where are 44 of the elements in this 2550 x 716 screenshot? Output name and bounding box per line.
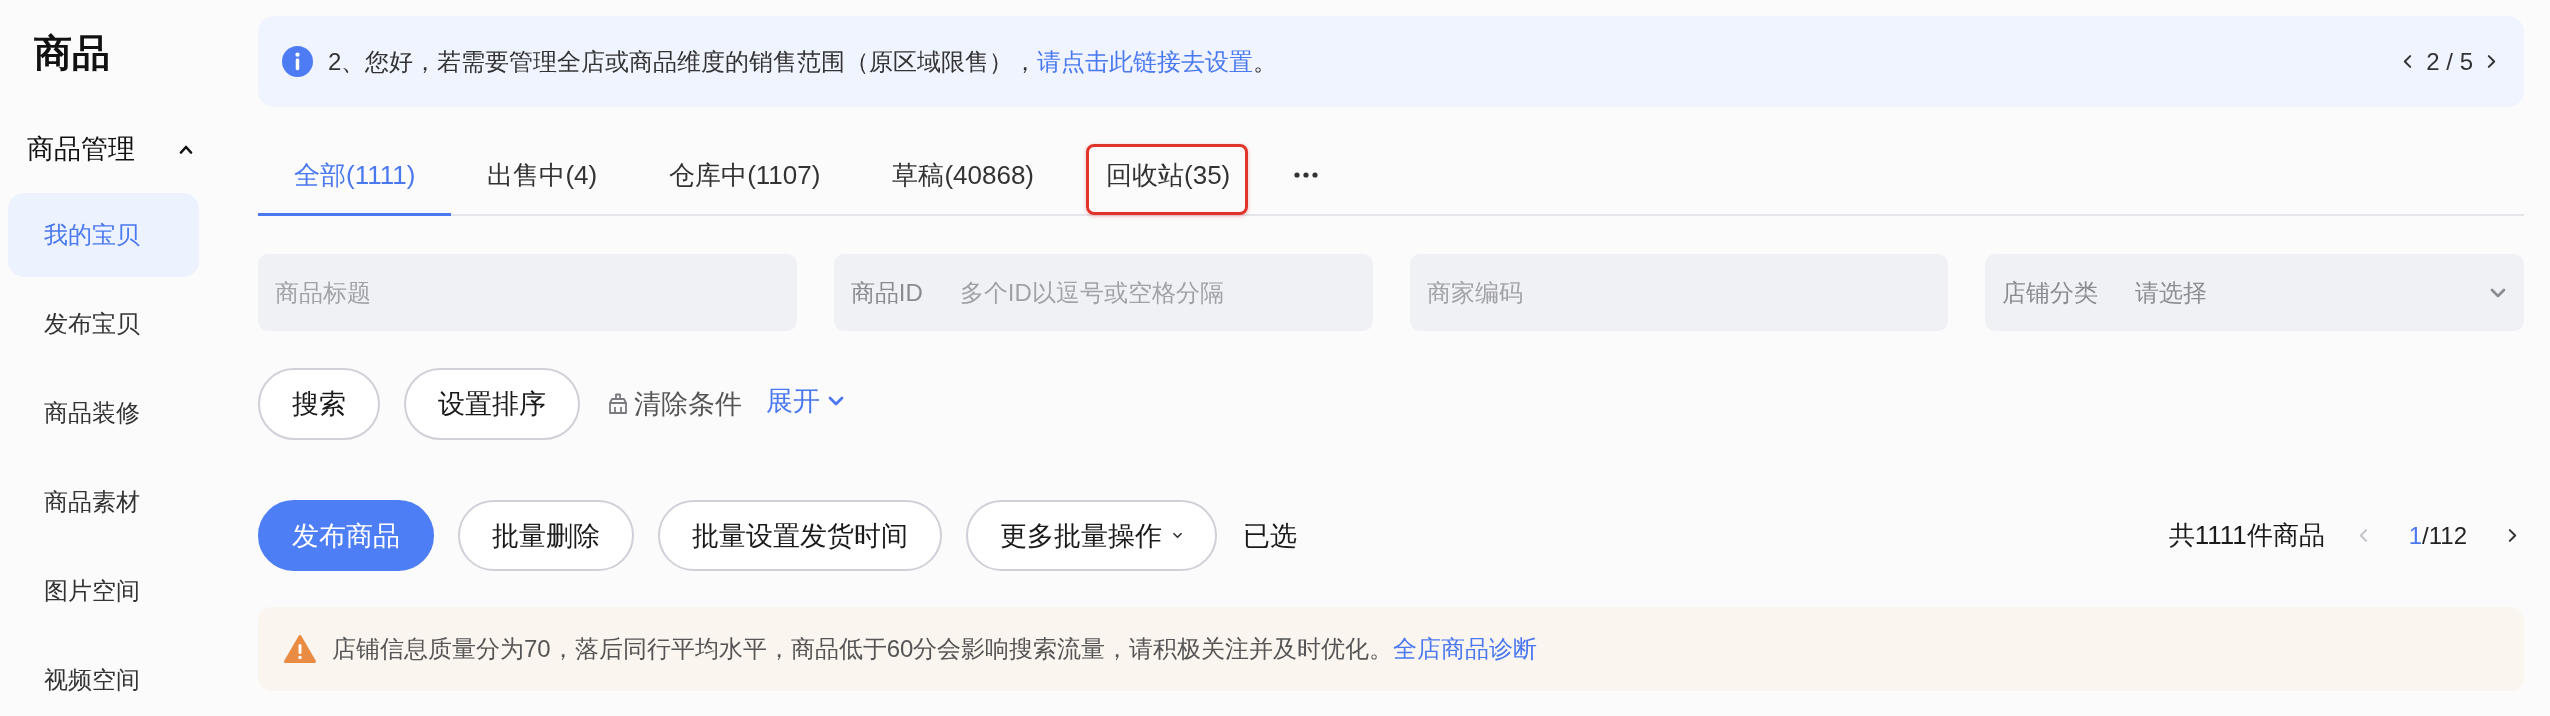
- tab[interactable]: 草稿(40868): [856, 147, 1070, 216]
- field-label: 店铺分类: [2002, 277, 2099, 308]
- chevron-right-icon[interactable]: [2487, 54, 2496, 69]
- input-field[interactable]: 商品标题: [258, 254, 797, 331]
- batch-button[interactable]: 批量设置发货时间: [658, 500, 942, 571]
- sidebar-item[interactable]: 商品素材: [8, 467, 199, 537]
- pager-count: 2 / 5: [2426, 47, 2473, 76]
- info-icon: [282, 46, 313, 77]
- sidebar-item[interactable]: 图片空间: [8, 556, 199, 626]
- notice-text: 2、您好，若需要管理全店或商品维度的销售范围（原区域限售），请点击此链接去设置。: [328, 46, 1278, 77]
- section-toggle[interactable]: 商品管理: [8, 133, 199, 165]
- expand-toggle[interactable]: 展开: [766, 383, 844, 419]
- field-label: 商品ID: [850, 277, 923, 308]
- publish-button[interactable]: 发布商品: [258, 500, 434, 571]
- batch-button[interactable]: 批量删除: [458, 500, 634, 571]
- clear-button[interactable]: 清除条件: [606, 386, 742, 422]
- chevron-right-icon[interactable]: [2508, 528, 2517, 543]
- chevron-down-icon: [2490, 287, 2506, 298]
- sidebar-item[interactable]: 我的宝贝: [8, 193, 199, 277]
- tab[interactable]: 回收站(35): [1070, 147, 1267, 216]
- settings-link[interactable]: 请点击此链接去设置: [1037, 47, 1254, 75]
- sidebar-item[interactable]: 视频空间: [8, 645, 199, 715]
- warning-icon: [283, 634, 317, 664]
- tab[interactable]: 仓库中(1107): [633, 147, 857, 216]
- total-count: 共1111件商品: [2168, 519, 2325, 552]
- chevron-left-icon[interactable]: [2403, 54, 2413, 69]
- more-icon[interactable]: [1294, 172, 1319, 178]
- search-button[interactable]: 搜索: [258, 368, 380, 440]
- page-title: 商品: [34, 31, 110, 75]
- sort-button[interactable]: 设置排序: [404, 368, 580, 440]
- caret-icon: [1172, 532, 1183, 539]
- diagnosis-link[interactable]: 全店商品诊断: [1393, 635, 1538, 662]
- tab[interactable]: 出售中(4): [451, 147, 634, 216]
- caret-icon[interactable]: [179, 144, 193, 154]
- input-field[interactable]: 商家编码: [1409, 254, 1949, 331]
- tab[interactable]: 全部(1111): [258, 147, 452, 216]
- warning-text: 店铺信息质量分为70，落后同行平均水平，商品低于60分会影响搜索流量，请积极关注并及时优化。全店商品诊断: [332, 634, 1538, 664]
- dropdown-button[interactable]: 更多批量操作: [966, 500, 1217, 571]
- broom-icon: [606, 392, 630, 416]
- sidebar-item[interactable]: 商品装修: [8, 378, 199, 448]
- page-indicator: 1/112: [2408, 521, 2467, 550]
- selection-label: 已选: [1243, 519, 1297, 553]
- chevron-icon[interactable]: [828, 396, 844, 406]
- sidebar-item[interactable]: 发布宝贝: [8, 289, 199, 359]
